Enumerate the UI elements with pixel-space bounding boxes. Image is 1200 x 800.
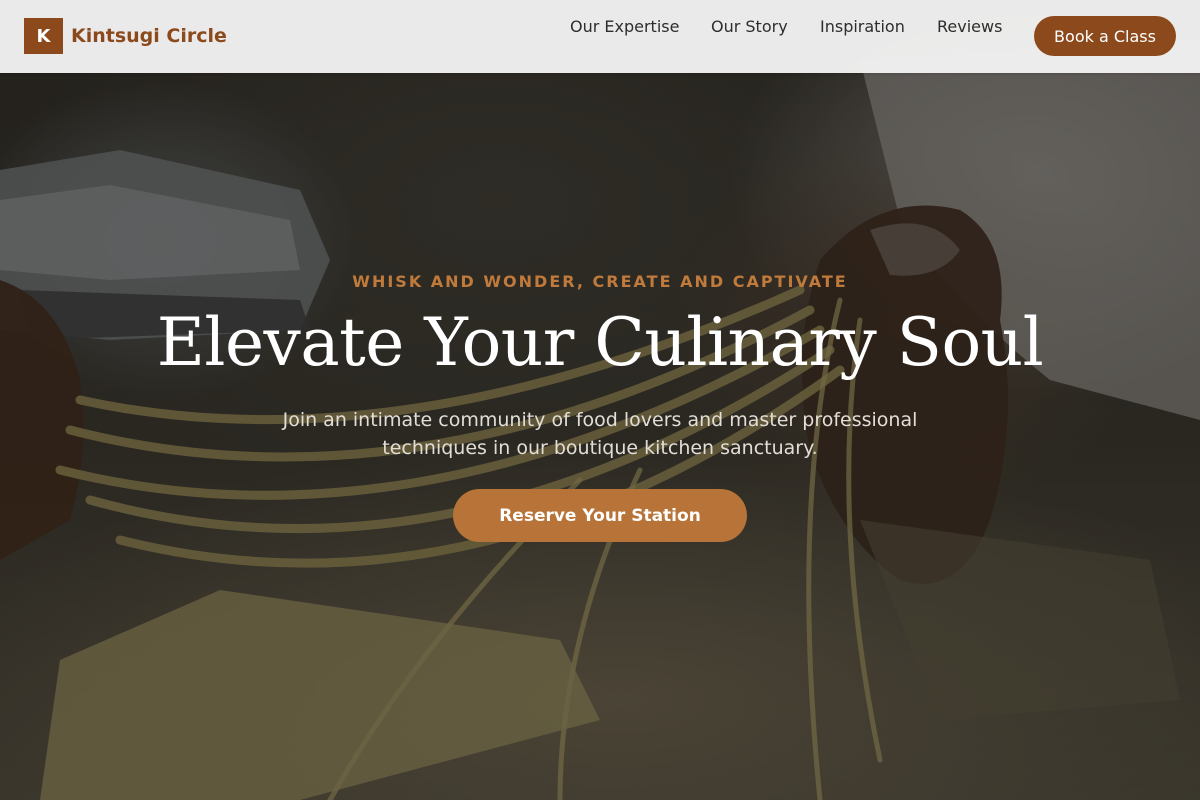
reserve-your-station-button[interactable]: Reserve Your Station	[453, 489, 747, 542]
hero-section: WHISK AND WONDER, CREATE AND CAPTIVATE E…	[0, 0, 1200, 800]
hero-headline: Elevate Your Culinary Soul	[156, 304, 1044, 381]
landing-page: K Kintsugi Circle Our Expertise Our Stor…	[0, 0, 1200, 800]
hero-subtext: Join an intimate community of food lover…	[282, 409, 918, 459]
hero-eyebrow: WHISK AND WONDER, CREATE AND CAPTIVATE	[352, 272, 848, 291]
